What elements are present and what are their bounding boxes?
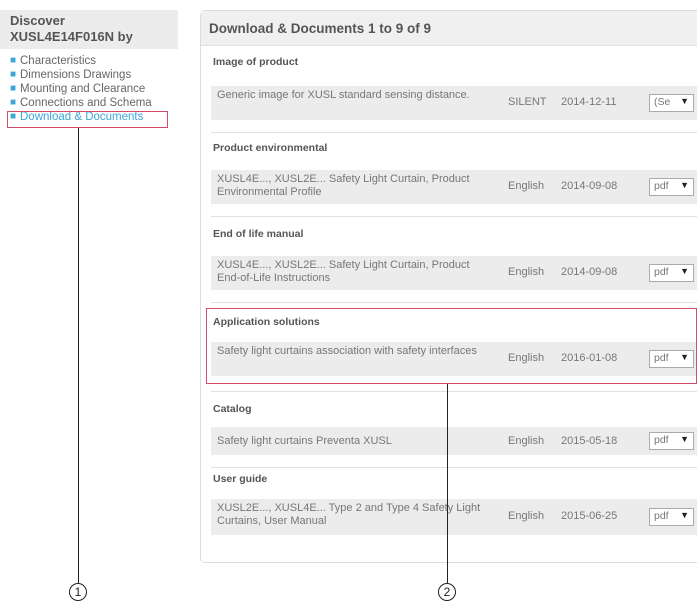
chevron-down-icon: ▼ (680, 96, 689, 106)
bullet-icon: ■ (10, 55, 17, 66)
section-title: User guide (213, 473, 268, 485)
format-select[interactable]: pdf ▼ (649, 508, 694, 526)
format-value: pdf (654, 510, 669, 522)
section-user-guide: User guide XUSL2E..., XUSL4E... Type 2 a… (211, 473, 697, 535)
document-row[interactable]: XUSL4E..., XUSL2E... Safety Light Curtai… (211, 256, 697, 290)
document-row[interactable]: XUSL2E..., XUSL4E... Type 2 and Type 4 S… (211, 499, 697, 535)
document-description: XUSL4E..., XUSL2E... Safety Light Curtai… (217, 259, 470, 284)
section-title: Image of product (213, 56, 299, 68)
format-select[interactable]: pdf ▼ (649, 264, 694, 282)
document-language: English (508, 180, 545, 192)
document-row[interactable]: Generic image for XUSL standard sensing … (211, 86, 697, 120)
documents-panel: Download & Documents 1 to 9 of 9 Image o… (200, 10, 697, 563)
separator (211, 216, 697, 217)
section-title: Catalog (213, 403, 252, 415)
document-language: English (508, 510, 545, 522)
active-item-highlight (7, 111, 168, 128)
section-product-environmental: Product environmental XUSL4E..., XUSL2E.… (211, 142, 697, 217)
callout-line-1 (78, 128, 79, 583)
sidebar-item-connections-and-schema[interactable]: ■ Connections and Schema (10, 96, 180, 110)
separator (211, 302, 697, 303)
separator (211, 132, 697, 133)
format-select[interactable]: (Se ▼ (649, 94, 694, 112)
document-language: English (508, 435, 545, 447)
callout-number-1: 1 (69, 583, 87, 601)
document-date: 2014-09-08 (561, 266, 618, 278)
document-language: English (508, 266, 545, 278)
document-description: Generic image for XUSL standard sensing … (217, 89, 470, 101)
chevron-down-icon: ▼ (680, 180, 689, 190)
document-date: 2015-06-25 (561, 510, 618, 522)
document-date: 2014-09-08 (561, 180, 618, 192)
document-row[interactable]: XUSL4E..., XUSL2E... Safety Light Curtai… (211, 170, 697, 204)
document-language: SILENT (508, 96, 547, 108)
section-title: Product environmental (213, 142, 328, 154)
section-catalog: Catalog Safety light curtains Preventa X… (211, 403, 697, 468)
bullet-icon: ■ (10, 69, 17, 80)
format-select[interactable]: pdf ▼ (649, 432, 694, 450)
chevron-down-icon: ▼ (680, 510, 689, 520)
document-row[interactable]: Safety light curtains Preventa XUSL Engl… (211, 427, 697, 455)
callout-line-2 (447, 384, 448, 583)
callout-number-2: 2 (438, 583, 456, 601)
sidebar-item-characteristics[interactable]: ■ Characteristics (10, 54, 180, 68)
sidebar-title: Discover XUSL4E14F016N by (0, 10, 178, 49)
sidebar-item-label: Connections and Schema (20, 97, 152, 109)
sidebar-item-label: Characteristics (20, 55, 97, 67)
sidebar-item-label: Dimensions Drawings (20, 69, 132, 81)
format-select[interactable]: pdf ▼ (649, 178, 694, 196)
bullet-icon: ■ (10, 97, 17, 108)
chevron-down-icon: ▼ (680, 434, 689, 444)
document-date: 2014-12-11 (561, 96, 617, 108)
format-value: pdf (654, 434, 669, 446)
format-value: (Se (654, 96, 671, 108)
bullet-icon: ■ (10, 83, 17, 94)
separator (211, 467, 697, 468)
sidebar-item-label: Mounting and Clearance (20, 83, 146, 95)
section-end-of-life-manual: End of life manual XUSL4E..., XUSL2E... … (211, 228, 697, 303)
panel-header: Download & Documents 1 to 9 of 9 (201, 11, 697, 46)
section-image-of-product: Image of product Generic image for XUSL … (211, 56, 697, 133)
sidebar-item-mounting-and-clearance[interactable]: ■ Mounting and Clearance (10, 82, 180, 96)
format-value: pdf (654, 180, 669, 192)
separator (211, 391, 697, 392)
document-description: XUSL4E..., XUSL2E... Safety Light Curtai… (217, 173, 470, 198)
section-title: End of life manual (213, 228, 304, 240)
sidebar-item-dimensions-drawings[interactable]: ■ Dimensions Drawings (10, 68, 180, 82)
application-solutions-highlight (206, 308, 697, 384)
chevron-down-icon: ▼ (680, 266, 689, 276)
document-date: 2015-05-18 (561, 435, 618, 447)
sidebar: Discover XUSL4E14F016N by ■ Characterist… (0, 10, 180, 124)
format-value: pdf (654, 266, 669, 278)
